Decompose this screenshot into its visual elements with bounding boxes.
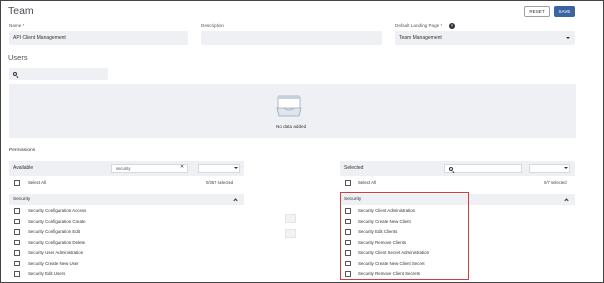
description-field[interactable] bbox=[201, 31, 382, 45]
landing-page-label-text: Default Landing Page bbox=[395, 23, 440, 28]
required-mark: * bbox=[440, 23, 443, 28]
landing-page-label: Default Landing Page * bbox=[395, 23, 442, 28]
selected-count: 0/7 selected bbox=[544, 180, 567, 185]
permission-checkbox[interactable] bbox=[14, 239, 20, 245]
close-icon[interactable]: ✕ bbox=[180, 164, 184, 170]
description-label: Description bbox=[201, 23, 224, 28]
team-editor-window: Team RESET SAVE Name * API Client Manage… bbox=[0, 0, 604, 283]
available-group-header[interactable]: Security bbox=[9, 194, 244, 205]
name-label-text: Name bbox=[9, 23, 22, 28]
selected-search-input[interactable] bbox=[444, 164, 522, 173]
selected-header-label: Selected bbox=[344, 165, 364, 171]
move-left-button[interactable] bbox=[285, 229, 296, 238]
selected-select-all-label: Select All bbox=[358, 180, 377, 185]
permission-item-label: Security Create New User bbox=[28, 260, 79, 266]
permission-checkbox[interactable] bbox=[14, 260, 20, 266]
save-button[interactable]: SAVE bbox=[554, 6, 575, 17]
users-section-title: Users bbox=[8, 53, 28, 62]
available-select-all-checkbox[interactable] bbox=[14, 180, 20, 186]
permission-checkbox[interactable] bbox=[14, 271, 20, 277]
permission-checkbox[interactable] bbox=[14, 250, 20, 256]
landing-page-select[interactable]: Team Management bbox=[395, 31, 575, 45]
permission-item-label: Security Edit Users bbox=[28, 271, 66, 276]
empty-tray-icon bbox=[276, 95, 302, 117]
help-icon[interactable]: ? bbox=[449, 23, 455, 29]
available-header-label: Available bbox=[13, 165, 34, 171]
permission-item-label: Security Configuration Access bbox=[28, 208, 87, 213]
chevron-down-icon[interactable] bbox=[564, 167, 568, 169]
no-data-text: No data added bbox=[276, 124, 307, 129]
chevron-down-icon[interactable] bbox=[566, 37, 570, 39]
available-select-all-label: Select All bbox=[28, 180, 47, 185]
reset-button[interactable]: RESET bbox=[524, 6, 550, 17]
available-search-input[interactable]: security bbox=[111, 164, 188, 173]
highlight-box bbox=[340, 192, 469, 280]
permissions-title: Permissions bbox=[9, 148, 36, 153]
page-title: Team bbox=[8, 5, 34, 17]
permission-item-label: Security Configuration Create bbox=[28, 218, 86, 224]
permission-item-label: Security Configuration Edit bbox=[28, 229, 80, 234]
search-icon bbox=[449, 167, 453, 171]
permission-item-label: Security User Administration bbox=[28, 250, 84, 255]
name-field[interactable]: API Client Management bbox=[9, 31, 188, 45]
permission-item-label: Security Configuration Delete bbox=[28, 239, 86, 245]
permission-checkbox[interactable] bbox=[14, 229, 20, 235]
available-group-label: Security bbox=[13, 197, 31, 202]
required-mark: * bbox=[22, 23, 25, 28]
permission-checkbox[interactable] bbox=[14, 218, 20, 224]
search-icon bbox=[13, 71, 17, 76]
selected-select-all-checkbox[interactable] bbox=[345, 180, 351, 186]
name-label: Name * bbox=[9, 23, 24, 28]
available-count: 0/357 selected bbox=[206, 180, 234, 185]
move-right-button[interactable] bbox=[285, 214, 296, 223]
landing-page-value: Team Management bbox=[399, 35, 442, 41]
permission-checkbox[interactable] bbox=[14, 208, 20, 214]
users-search-input[interactable] bbox=[9, 68, 108, 80]
chevron-down-icon[interactable] bbox=[234, 167, 238, 169]
